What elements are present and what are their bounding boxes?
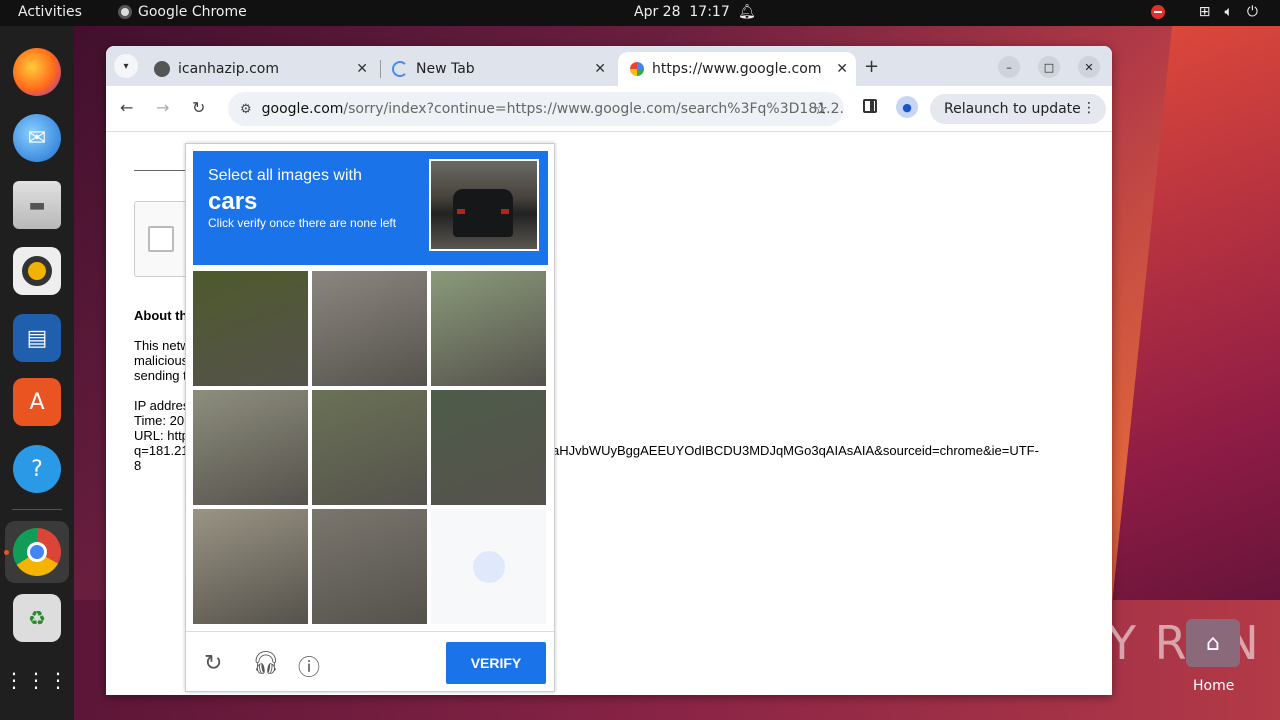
- bookmark-star-icon[interactable]: ☆: [814, 99, 828, 118]
- captcha-sample-image: [429, 159, 539, 251]
- checkmark-icon: [473, 551, 505, 583]
- captcha-grid: [193, 271, 549, 627]
- clock[interactable]: Apr 28 17:17: [634, 4, 730, 20]
- para-line: malicious: [134, 353, 189, 368]
- dock: ✉ ▬ ▤ A ? ♻ ⋮⋮⋮: [0, 26, 74, 720]
- menu-icon[interactable]: ⋮: [1082, 100, 1096, 116]
- close-icon[interactable]: ✕: [836, 61, 848, 77]
- para-line: sending t: [134, 368, 187, 383]
- bell-icon[interactable]: 🔔︎: [738, 4, 756, 20]
- address-path: /sorry/index?continue=https://www.google…: [343, 101, 844, 117]
- captcha-challenge: Select all images with cars Click verify…: [185, 143, 555, 692]
- captcha-tile[interactable]: [431, 271, 546, 386]
- about-heading: About th: [134, 308, 188, 323]
- tab-strip: ▾ icanhazip.com ✕ New Tab ✕ https://www.…: [106, 46, 1112, 86]
- captcha-tile[interactable]: [431, 390, 546, 505]
- address-bar[interactable]: ⚙ google.com/sorry/index?continue=https:…: [228, 92, 844, 126]
- tab-divider: [380, 60, 381, 78]
- home-folder-icon[interactable]: ⌂: [1186, 619, 1240, 667]
- tab-title: New Tab: [416, 61, 475, 77]
- writer-icon[interactable]: ▤: [13, 314, 61, 362]
- forward-button[interactable]: →: [156, 98, 169, 117]
- refresh-icon[interactable]: ↻: [204, 650, 222, 676]
- url-tail: aHJvbWUyBggAEEUYOdIBCDU3MDJqMGo3qAIAsAIA…: [552, 443, 1039, 458]
- url-start: q=181.21: [134, 443, 189, 458]
- google-icon: [630, 62, 644, 76]
- captcha-tile[interactable]: [312, 271, 427, 386]
- rhythmbox-icon[interactable]: [13, 247, 61, 295]
- recaptcha-checkbox[interactable]: [148, 226, 174, 252]
- power-icon: ⏻: [1246, 4, 1258, 20]
- home-label: Home: [1193, 678, 1235, 694]
- address-host: google.com: [261, 101, 344, 117]
- tab-new-tab[interactable]: New Tab ✕: [384, 52, 614, 86]
- side-panel-icon[interactable]: [863, 99, 877, 113]
- tab-search-button[interactable]: ▾: [114, 54, 138, 78]
- files-icon[interactable]: ▬: [13, 181, 61, 229]
- tab-title: https://www.google.com: [652, 61, 822, 77]
- site-info-icon[interactable]: ⚙: [240, 102, 252, 117]
- captcha-target: cars: [208, 188, 258, 215]
- trash-icon[interactable]: ♻: [13, 594, 61, 642]
- url-end: 8: [134, 458, 142, 473]
- captcha-instruction: Select all images with: [208, 167, 362, 184]
- dock-separator: [12, 509, 62, 510]
- close-icon[interactable]: ✕: [356, 61, 368, 77]
- captcha-tile[interactable]: [193, 271, 308, 386]
- chrome-icon[interactable]: [13, 528, 61, 576]
- info-icon[interactable]: ⓘ: [298, 650, 320, 682]
- captcha-tile[interactable]: [431, 509, 546, 624]
- tab-icanhazip[interactable]: icanhazip.com ✕: [146, 52, 376, 86]
- network-icon: ⊞: [1198, 4, 1211, 20]
- captcha-hint: Click verify once there are none left: [208, 216, 397, 230]
- profile-avatar[interactable]: ●: [896, 96, 918, 118]
- verify-button[interactable]: VERIFY: [446, 642, 546, 684]
- captcha-footer: ↻ 🎧︎ ⓘ VERIFY: [186, 631, 554, 692]
- browser-toolbar: ← → ↻ ⚙ google.com/sorry/index?continue=…: [106, 86, 1112, 132]
- help-icon[interactable]: ?: [13, 445, 61, 493]
- maximize-button[interactable]: □: [1038, 56, 1060, 78]
- system-tray[interactable]: ⊞ 🔈︎ ⏻: [1150, 4, 1258, 20]
- relaunch-button[interactable]: Relaunch to update ⋮: [930, 94, 1106, 124]
- captcha-tile[interactable]: [312, 390, 427, 505]
- app-center-icon[interactable]: A: [13, 378, 61, 426]
- close-icon[interactable]: ✕: [594, 61, 606, 77]
- close-window-button[interactable]: ✕: [1078, 56, 1100, 78]
- thunderbird-icon[interactable]: ✉: [13, 114, 61, 162]
- captcha-tile[interactable]: [193, 390, 308, 505]
- apps-grid-icon[interactable]: ⋮⋮⋮: [4, 656, 68, 704]
- chrome-small-icon: [118, 5, 132, 19]
- back-button[interactable]: ←: [120, 98, 133, 117]
- running-indicator: [4, 550, 9, 555]
- top-bar: Activities Google Chrome Apr 28 17:17 🔔︎…: [0, 0, 1280, 26]
- captcha-tile[interactable]: [193, 509, 308, 624]
- relaunch-label: Relaunch to update: [944, 101, 1081, 117]
- para-line: This netw: [134, 338, 190, 353]
- firefox-icon[interactable]: [13, 48, 61, 96]
- reload-button[interactable]: ↻: [192, 98, 205, 117]
- captcha-header: Select all images with cars Click verify…: [193, 151, 548, 265]
- loading-spinner-icon: [392, 61, 408, 77]
- new-tab-button[interactable]: +: [864, 56, 879, 77]
- tab-title: icanhazip.com: [178, 61, 279, 77]
- activities-button[interactable]: Activities: [18, 4, 82, 20]
- volume-icon: 🔈︎: [1224, 4, 1233, 20]
- tab-google[interactable]: https://www.google.com ✕: [618, 52, 856, 86]
- headphones-icon[interactable]: 🎧︎: [252, 650, 280, 676]
- do-not-disturb-icon: [1150, 5, 1165, 19]
- app-menu[interactable]: Google Chrome: [118, 4, 247, 20]
- globe-icon: [154, 61, 170, 77]
- url-label: URL: http: [134, 428, 189, 443]
- ip-label: IP addres: [134, 398, 190, 413]
- car-shape: [453, 189, 513, 237]
- time-text: 17:17: [689, 4, 730, 20]
- captcha-tile[interactable]: [312, 509, 427, 624]
- time-label: Time: 20: [134, 413, 185, 428]
- minimize-button[interactable]: –: [998, 56, 1020, 78]
- app-name: Google Chrome: [138, 4, 247, 20]
- date-text: Apr 28: [634, 4, 681, 20]
